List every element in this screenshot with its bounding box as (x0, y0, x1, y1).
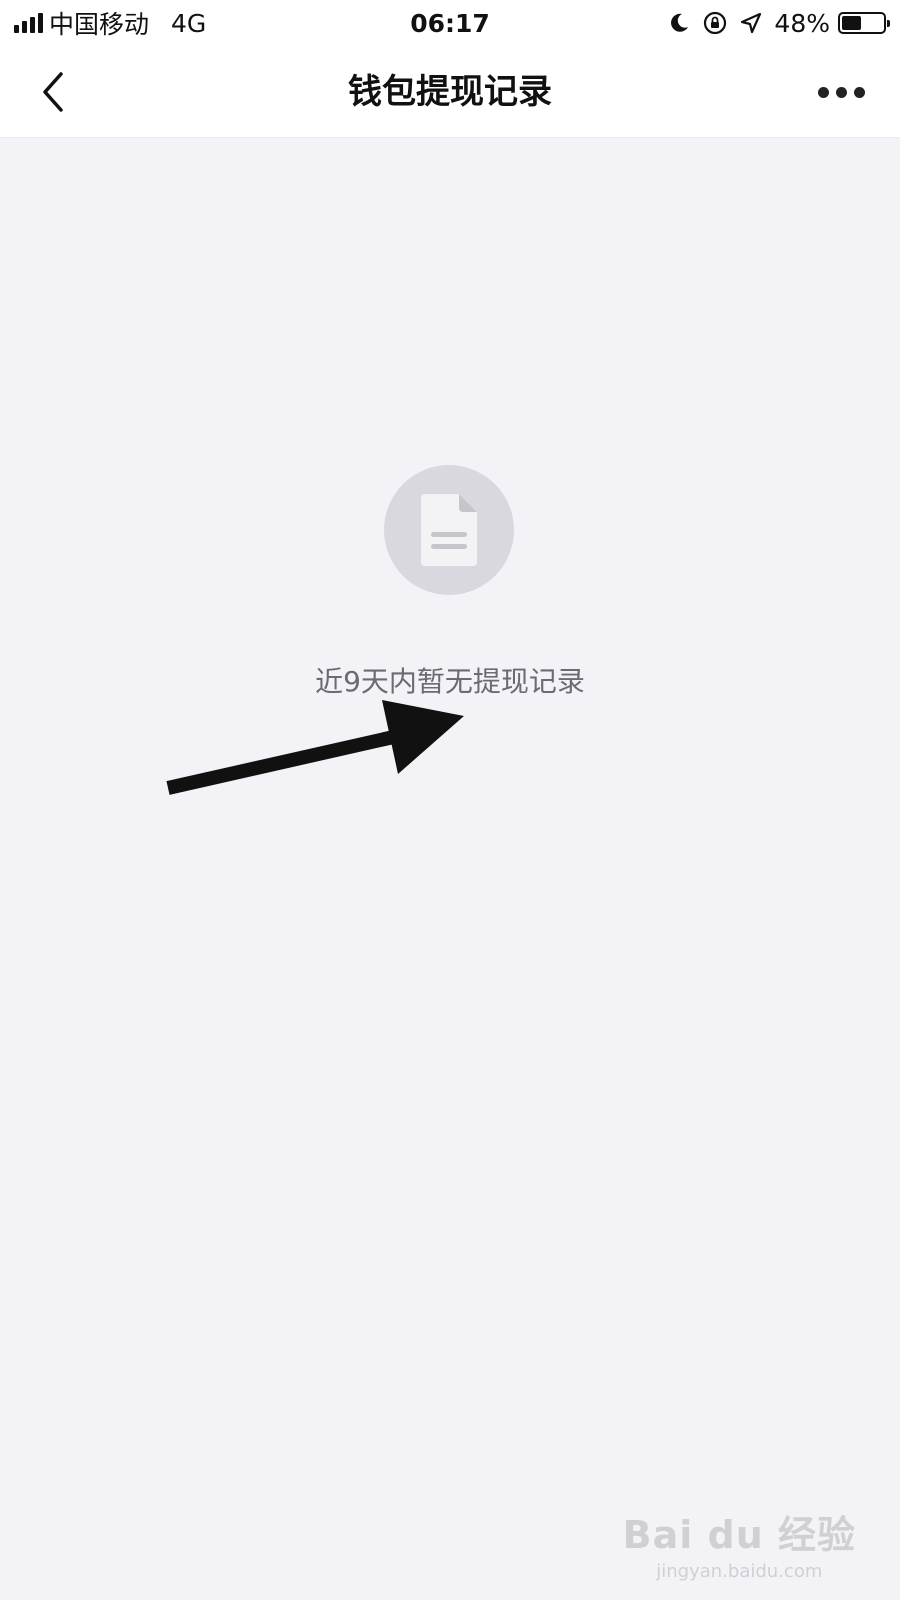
status-bar: 中国移动 4G 06:17 48% (0, 0, 900, 46)
watermark-brand: Bai du 经验 (622, 1513, 856, 1557)
arrow-icon (166, 700, 464, 795)
signal-icon (14, 13, 43, 33)
moon-icon (668, 12, 690, 34)
empty-state-icon-circle (384, 465, 514, 595)
watermark-url: jingyan.baidu.com (656, 1561, 823, 1582)
more-dot (835, 86, 847, 98)
more-button[interactable] (806, 64, 876, 120)
network-label: 4G (171, 8, 207, 38)
watermark-logo: Bai du 经验 jingyan.baidu.com (623, 1504, 856, 1582)
battery-percent: 48% (774, 8, 830, 38)
document-icon (421, 494, 477, 566)
battery-fill (842, 16, 862, 30)
status-right: 48% (656, 8, 890, 38)
location-icon (740, 12, 762, 34)
more-dot (817, 86, 829, 98)
battery-icon (838, 12, 890, 34)
orientation-lock-icon (702, 10, 728, 36)
empty-state-message: 近9天内暂无提现记录 (315, 665, 585, 698)
more-dot (853, 86, 865, 98)
page-title: 钱包提现记录 (348, 72, 552, 112)
nav-bar: 钱包提现记录 (0, 46, 900, 138)
carrier-label: 中国移动 (49, 10, 150, 39)
status-left: 中国移动 4G (14, 5, 206, 41)
